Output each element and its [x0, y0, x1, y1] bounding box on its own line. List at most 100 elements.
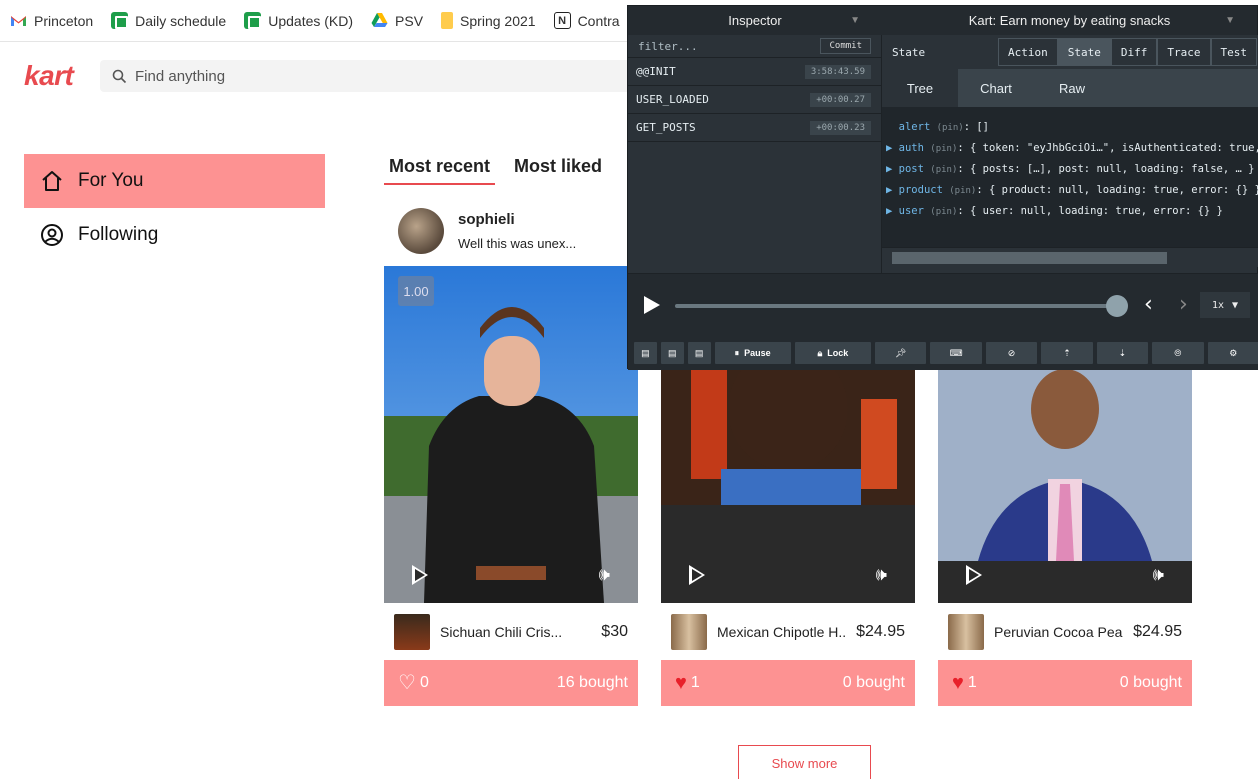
expand-arrow-icon[interactable]: ▶ [886, 163, 892, 175]
like-button[interactable]: ♡ 0 [398, 673, 429, 693]
action-name: USER_LOADED [636, 93, 709, 106]
product-row[interactable]: Mexican Chipotle H... $24.95 [661, 603, 915, 660]
layout-left-icon[interactable]: ▤ [634, 342, 657, 364]
monitor-title: Inspector [728, 13, 782, 28]
tree-node[interactable]: ▶ user (pin): { user: null, loading: tru… [886, 201, 1258, 222]
tab-raw[interactable]: Raw [1034, 69, 1110, 107]
bookmark-label: Princeton [34, 12, 94, 29]
tree-node[interactable]: alert (pin): [] [886, 117, 1258, 138]
like-count: 1 [690, 674, 700, 691]
layout-right-icon[interactable]: ▤ [687, 342, 711, 364]
play-icon[interactable] [644, 296, 660, 314]
timeline-track[interactable] [675, 304, 1118, 308]
drive-icon [371, 13, 388, 27]
slider-monitor: ‹ › 1x ▼ [628, 273, 1258, 336]
export-icon[interactable]: ⇡ [1041, 342, 1093, 364]
action-item[interactable]: USER_LOADED +00:00.27 [628, 86, 881, 114]
bookmark-label: Daily schedule [135, 12, 227, 29]
search-input[interactable] [135, 67, 615, 85]
settings-gear-icon[interactable]: ⚙ [1207, 342, 1258, 364]
tree-node[interactable]: ▶ product (pin): { product: null, loadin… [886, 180, 1258, 201]
action-item[interactable]: @@INIT 3:58:43.59 [628, 58, 881, 86]
tab-diff[interactable]: Diff [1110, 38, 1158, 66]
play-icon[interactable] [966, 565, 982, 585]
commit-button[interactable]: Commit [820, 38, 871, 54]
bookmark-label: Updates (KD) [268, 12, 354, 29]
pause-button[interactable]: ⏸ Pause [714, 342, 791, 364]
tab-test[interactable]: Test [1210, 38, 1257, 66]
tab-trace[interactable]: Trace [1157, 38, 1211, 66]
volume-icon[interactable]: 🕪 [599, 564, 610, 585]
sync-off-icon[interactable]: ⊘ [985, 342, 1038, 364]
pin-icon[interactable]: 📌︎ [874, 342, 927, 364]
play-icon[interactable] [689, 565, 705, 585]
scrollbar-thumb[interactable] [892, 252, 1167, 264]
filter-input[interactable]: filter... [638, 40, 698, 53]
instance-selector[interactable]: Kart: Earn money by eating snacks ▼ [882, 6, 1257, 35]
bookmark-spring-2021[interactable]: Spring 2021 [441, 12, 536, 29]
bookmark-contra[interactable]: N Contra [553, 12, 620, 29]
notion-icon: N [553, 12, 571, 29]
tab-state[interactable]: State [1057, 38, 1111, 66]
step-back-icon[interactable]: ‹ [1144, 292, 1153, 317]
action-item[interactable]: GET_POSTS +00:00.23 [628, 114, 881, 142]
post-video[interactable]: 🕪 [938, 369, 1192, 603]
instance-title: Kart: Earn money by eating snacks [968, 13, 1171, 28]
step-forward-icon[interactable]: › [1179, 292, 1188, 317]
sidebar-item-following[interactable]: Following [24, 208, 325, 262]
bought-count: 0 bought [842, 674, 905, 691]
post-video[interactable]: 1.00 🕪 [384, 266, 638, 603]
tab-action[interactable]: Action [998, 38, 1058, 66]
bookmark-label: Contra [577, 12, 620, 29]
chevron-down-icon: ▼ [1225, 15, 1235, 26]
post-username[interactable]: sophieli [458, 211, 576, 228]
monitor-selector[interactable]: Inspector ▼ [628, 6, 882, 35]
product-name: Peruvian Cocoa Pea... [994, 623, 1124, 640]
expand-arrow-icon[interactable]: ▶ [886, 205, 892, 217]
like-button[interactable]: ♥ 1 [952, 673, 977, 693]
search-bar[interactable] [100, 60, 660, 92]
post-card: 🕪 Peruvian Cocoa Pea... $24.95 ♥ 1 0 bou… [938, 369, 1192, 706]
product-row[interactable]: Peruvian Cocoa Pea... $24.95 [938, 603, 1192, 660]
show-more-button[interactable]: Show more [738, 745, 871, 779]
expand-arrow-icon[interactable]: ▶ [886, 184, 892, 196]
timeline-handle[interactable] [1106, 295, 1128, 317]
product-price: $30 [601, 622, 628, 640]
volume-icon[interactable]: 🕪 [1153, 564, 1164, 585]
heart-filled-icon: ♥ [675, 672, 687, 694]
bookmark-daily-schedule[interactable]: Daily schedule [111, 12, 226, 29]
tab-tree[interactable]: Tree [882, 69, 958, 107]
tab-chart[interactable]: Chart [958, 69, 1034, 107]
bookmark-updates-kd[interactable]: Updates (KD) [244, 12, 353, 29]
product-thumbnail [948, 613, 984, 650]
tab-most-liked[interactable]: Most liked [509, 154, 607, 185]
avatar[interactable] [398, 208, 444, 254]
kart-logo[interactable]: kart [24, 60, 74, 92]
tree-node[interactable]: ▶ auth (pin): { token: "eyJhbGciOi…", is… [886, 138, 1258, 159]
horizontal-scrollbar[interactable] [882, 247, 1258, 267]
tab-most-recent[interactable]: Most recent [384, 154, 496, 185]
product-thumbnail [394, 613, 430, 650]
like-button[interactable]: ♥ 1 [675, 673, 700, 693]
lock-button[interactable]: 🔒︎ Lock [794, 342, 871, 364]
like-count: 0 [419, 674, 429, 691]
product-row[interactable]: Sichuan Chili Cris... $30 [384, 603, 638, 660]
home-icon [42, 171, 62, 191]
import-icon[interactable]: ⇣ [1096, 342, 1149, 364]
action-filter[interactable]: filter... Commit [628, 35, 881, 58]
layout-bottom-icon[interactable]: ▤ [660, 342, 684, 364]
playback-speed-select[interactable]: 1x ▼ [1200, 292, 1250, 318]
post-video[interactable]: 🕪 [661, 369, 915, 603]
state-panel: State Action State Diff Trace Test Tree … [882, 35, 1258, 273]
sidebar-item-for-you[interactable]: For You [24, 154, 325, 208]
keyboard-icon[interactable]: ⌨ [930, 342, 982, 364]
volume-icon[interactable]: 🕪 [876, 564, 887, 585]
remote-icon[interactable]: ⦾ [1152, 342, 1204, 364]
bookmark-princeton[interactable]: Princeton [10, 12, 93, 29]
tree-node[interactable]: ▶ post (pin): { posts: […], post: null, … [886, 159, 1258, 180]
play-icon[interactable] [412, 565, 428, 585]
playback-speed-badge[interactable]: 1.00 [398, 276, 434, 306]
bookmark-psv[interactable]: PSV [371, 12, 423, 29]
expand-arrow-icon[interactable]: ▶ [886, 142, 892, 154]
like-count: 1 [967, 674, 977, 691]
